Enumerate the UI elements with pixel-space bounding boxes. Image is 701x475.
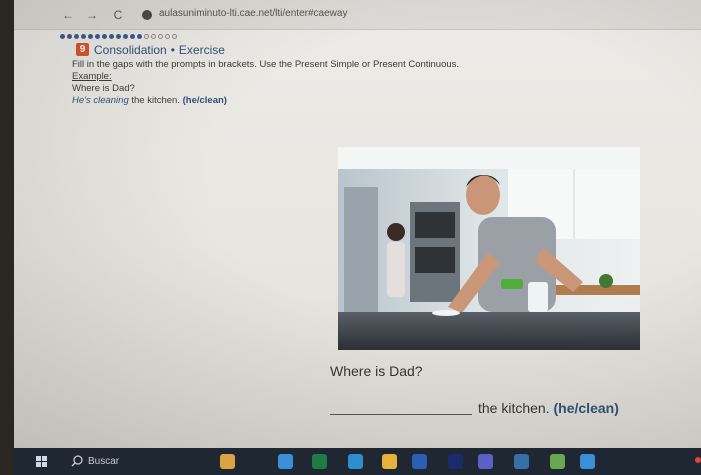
progress-dot[interactable] <box>74 33 79 39</box>
notification-badge <box>695 457 701 463</box>
example-prompt: (he/clean) <box>182 95 227 106</box>
teams-icon[interactable] <box>478 454 493 469</box>
address-bar[interactable]: aulasuniminuto-lti.cae.net/lti/enter#cae… <box>159 8 347 19</box>
example-rest: the kitchen. <box>128 95 183 106</box>
kitchen-photo <box>338 147 640 350</box>
chrome-icon[interactable] <box>580 454 595 469</box>
store-icon[interactable] <box>514 454 529 469</box>
chrome-icon[interactable] <box>278 454 293 469</box>
question-text: Where is Dad? <box>330 363 423 379</box>
exercise-progress-dots <box>60 33 177 39</box>
progress-dot[interactable] <box>109 33 114 39</box>
windows-start-icon[interactable] <box>36 456 47 467</box>
word-icon[interactable] <box>412 454 427 469</box>
search-icon[interactable] <box>70 454 84 468</box>
progress-dot[interactable] <box>137 33 142 39</box>
back-button[interactable]: ← <box>60 7 76 23</box>
instructions: Fill in the gaps with the prompts in bra… <box>72 59 460 70</box>
example-answer: He's cleaning the kitchen. (he/clean) <box>72 95 227 106</box>
progress-dot[interactable] <box>116 33 121 39</box>
forward-button[interactable]: → <box>84 7 100 23</box>
example-question: Where is Dad? <box>72 83 135 94</box>
app-icon[interactable] <box>550 454 565 469</box>
progress-dot[interactable] <box>165 33 170 39</box>
progress-dot[interactable] <box>102 33 107 39</box>
browser-window: ← → C aulasuniminuto-lti.cae.net/lti/ent… <box>14 0 701 448</box>
progress-dot[interactable] <box>158 33 163 39</box>
progress-dot[interactable] <box>88 33 93 39</box>
taskbar-search-label[interactable]: Buscar <box>88 456 119 467</box>
widgets-icon[interactable] <box>220 454 235 469</box>
question-prompt: (he/clean) <box>553 400 619 416</box>
answer-blank-input[interactable] <box>330 397 472 415</box>
progress-dot[interactable] <box>144 33 149 39</box>
example-label: Example: <box>72 71 112 82</box>
browser-toolbar: ← → C aulasuniminuto-lti.cae.net/lti/ent… <box>14 0 701 30</box>
exercise-title: Consolidation • Exercise <box>94 43 225 57</box>
progress-dot[interactable] <box>151 33 156 39</box>
man-cleaning-kitchen-illustration <box>338 147 640 350</box>
section-label: Consolidation <box>94 43 167 57</box>
progress-dot[interactable] <box>81 33 86 39</box>
file-explorer-icon[interactable] <box>382 454 397 469</box>
edge-icon[interactable] <box>348 454 363 469</box>
exercise-number-badge: 9 <box>76 43 89 56</box>
progress-dot[interactable] <box>130 33 135 39</box>
progress-dot[interactable] <box>172 33 177 39</box>
reload-button[interactable]: C <box>110 7 126 23</box>
disney-icon[interactable] <box>448 454 463 469</box>
windows-taskbar: Buscar 16 <box>14 448 701 475</box>
question-rest: the kitchen. <box>478 400 554 416</box>
question-continuation: the kitchen. (he/clean) <box>478 400 619 416</box>
exercise-type-label: Exercise <box>178 43 225 57</box>
progress-dot[interactable] <box>95 33 100 39</box>
excel-icon[interactable] <box>312 454 327 469</box>
progress-dot[interactable] <box>67 33 72 39</box>
title-separator: • <box>170 43 175 57</box>
example-verb: He's cleaning <box>72 95 129 106</box>
progress-dot[interactable] <box>123 33 128 39</box>
progress-dot[interactable] <box>60 33 65 39</box>
site-info-icon[interactable] <box>142 10 152 20</box>
